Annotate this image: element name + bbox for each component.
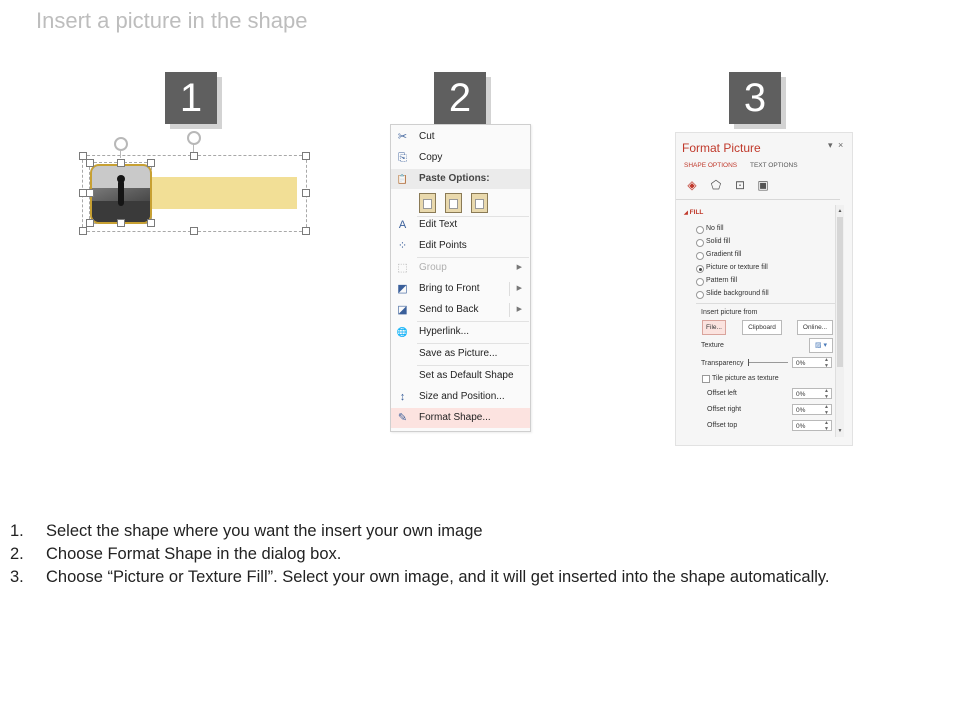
offset-right-label: Offset right — [707, 406, 742, 413]
tile-picture-label: Tile picture as texture — [712, 375, 779, 382]
texture-dropdown[interactable]: ▨ ▾ — [809, 338, 833, 353]
clipboard-button[interactable]: Clipboard — [742, 320, 782, 335]
menu-item-set-default-shape[interactable]: Set as Default Shape — [391, 366, 530, 386]
paste-keep-source-icon[interactable] — [419, 193, 436, 213]
menu-item-group[interactable]: ⬚ Group ▶ — [391, 258, 530, 278]
context-menu: ✂ Cut ⎘ Copy 📋 Paste Options: A Edit Tex… — [390, 124, 531, 432]
offset-right-spinner[interactable]: 0% ▲ ▼ — [792, 404, 832, 415]
group-icon: ⬚ — [397, 262, 408, 274]
paste-destination-icon[interactable] — [445, 193, 462, 213]
send-to-back-icon: ◪ — [397, 304, 408, 316]
paste-picture-icon[interactable] — [471, 193, 488, 213]
tile-picture-checkbox[interactable] — [702, 375, 710, 383]
resize-handle[interactable] — [147, 219, 155, 227]
resize-handle[interactable] — [190, 152, 198, 160]
offset-left-spinner[interactable]: 0% ▲ ▼ — [792, 388, 832, 399]
yellow-bar-shape[interactable] — [138, 177, 297, 209]
copy-icon: ⎘ — [398, 152, 407, 164]
submenu-arrow-icon[interactable]: ▶ — [517, 300, 522, 320]
menu-item-send-to-back[interactable]: ◪ Send to Back ▶ — [391, 300, 530, 320]
step-number-2: 2 — [434, 72, 486, 124]
size-properties-icon[interactable]: ⊡ — [733, 178, 747, 192]
tab-text-options[interactable]: TEXT OPTIONS — [750, 162, 798, 169]
texture-label: Texture — [701, 342, 724, 349]
hyperlink-icon: 🌐 — [396, 327, 409, 337]
resize-handle[interactable] — [302, 189, 310, 197]
menu-paste-options-header: 📋 Paste Options: — [391, 169, 530, 189]
menu-item-hyperlink[interactable]: 🌐 Hyperlink... — [391, 322, 530, 342]
menu-item-edit-text[interactable]: A Edit Text — [391, 215, 530, 235]
pane-options-dropdown-icon[interactable]: ▾ — [828, 140, 833, 151]
resize-handle[interactable] — [86, 189, 94, 197]
transparency-label: Transparency — [701, 360, 744, 367]
spinner-arrows-icon[interactable]: ▲ ▼ — [824, 388, 829, 400]
step-number-1: 1 — [165, 72, 217, 124]
resize-handle[interactable] — [86, 219, 94, 227]
cut-icon: ✂ — [397, 131, 408, 143]
offset-left-label: Offset left — [707, 390, 737, 397]
picture-icon[interactable]: ▣ — [756, 178, 770, 192]
menu-item-size-and-position[interactable]: ↕ Size and Position... — [391, 387, 530, 407]
online-button[interactable]: Online... — [797, 320, 833, 335]
resize-handle[interactable] — [302, 152, 310, 160]
resize-handle[interactable] — [147, 159, 155, 167]
scrollbar-thumb[interactable] — [837, 217, 843, 367]
spinner-arrows-icon[interactable]: ▲ ▼ — [824, 357, 829, 369]
pane-scrollbar[interactable]: ▲ ▼ — [835, 205, 844, 437]
menu-item-save-as-picture[interactable]: Save as Picture... — [391, 344, 530, 364]
texture-icon: ▨ ▾ — [814, 342, 828, 349]
fill-section-header[interactable]: ◢ FILL — [684, 209, 703, 216]
edit-points-icon: ⁘ — [397, 240, 408, 252]
menu-item-format-shape[interactable]: ✎ Format Shape... — [391, 408, 530, 428]
resize-handle[interactable] — [86, 159, 94, 167]
rotate-handle-icon[interactable] — [187, 131, 201, 145]
file-button[interactable]: File... — [702, 320, 726, 335]
fill-line-icon[interactable]: ◈ — [685, 178, 699, 192]
edit-text-icon: A — [398, 219, 407, 231]
format-shape-icon: ✎ — [397, 412, 408, 424]
paste-icon: 📋 — [396, 174, 409, 184]
pane-close-icon[interactable]: × — [838, 140, 843, 150]
slide-title: Insert a picture in the shape — [36, 8, 308, 33]
resize-handle[interactable] — [302, 227, 310, 235]
rounded-picture-shape[interactable] — [90, 164, 152, 224]
insert-picture-from-label: Insert picture from — [701, 309, 758, 316]
resize-handle[interactable] — [117, 219, 125, 227]
tab-shape-options[interactable]: SHAPE OPTIONS — [684, 162, 737, 169]
pane-title: Format Picture — [682, 141, 761, 155]
bring-to-front-icon: ◩ — [397, 283, 408, 295]
menu-item-bring-to-front[interactable]: ◩ Bring to Front ▶ — [391, 279, 530, 299]
scroll-down-icon[interactable]: ▼ — [837, 427, 843, 435]
menu-item-cut[interactable]: ✂ Cut — [391, 127, 530, 147]
rotate-handle-icon[interactable] — [114, 137, 128, 151]
transparency-spinner[interactable]: 0% ▲ ▼ — [792, 357, 832, 368]
offset-top-label: Offset top — [707, 422, 738, 429]
spinner-arrows-icon[interactable]: ▲ ▼ — [824, 420, 829, 432]
offset-top-spinner[interactable]: 0% ▲ ▼ — [792, 420, 832, 431]
submenu-arrow-icon[interactable]: ▶ — [517, 279, 522, 299]
step-number-3: 3 — [729, 72, 781, 124]
resize-handle[interactable] — [79, 227, 87, 235]
transparency-slider[interactable] — [748, 359, 788, 366]
size-position-icon: ↕ — [399, 391, 406, 403]
resize-handle[interactable] — [190, 227, 198, 235]
format-picture-pane: Format Picture ▾ × SHAPE OPTIONS TEXT OP… — [675, 132, 853, 446]
effects-icon[interactable]: ⬠ — [709, 178, 723, 192]
submenu-arrow-icon: ▶ — [516, 264, 522, 271]
menu-item-copy[interactable]: ⎘ Copy — [391, 148, 530, 168]
spinner-arrows-icon[interactable]: ▲ ▼ — [824, 404, 829, 416]
resize-handle[interactable] — [117, 159, 125, 167]
collapse-icon: ◢ — [684, 210, 688, 216]
scroll-up-icon[interactable]: ▲ — [837, 207, 843, 215]
menu-item-edit-points[interactable]: ⁘ Edit Points — [391, 236, 530, 256]
